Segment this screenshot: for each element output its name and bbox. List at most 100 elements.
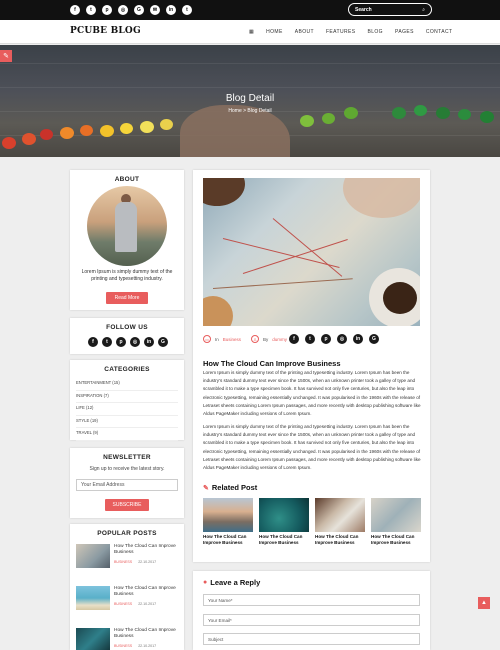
tumblr-icon[interactable]: t — [182, 5, 192, 15]
related-post-title[interactable]: How The Cloud Can Improve Business — [203, 534, 253, 546]
popular-post-item[interactable]: How The Cloud Can Improve Business BUSIN… — [76, 544, 180, 570]
hero-banner: Blog Detail Home > Blog Detail — [0, 45, 500, 157]
related-post-title[interactable]: How The Cloud Can Improve Business — [315, 534, 365, 546]
instagram-icon[interactable]: ◎ — [118, 5, 128, 15]
pinterest-icon[interactable]: p — [102, 5, 112, 15]
linkedin-icon[interactable]: in — [166, 5, 176, 15]
pencil-icon: ✎ — [203, 484, 209, 492]
popular-post-category[interactable]: BUSINESS — [114, 644, 132, 648]
related-post-image[interactable] — [259, 498, 309, 532]
popular-post-item[interactable]: How The Cloud Can Improve Business BUSIN… — [76, 586, 180, 612]
category-item[interactable]: ENTERTAINMENT (15) — [76, 378, 178, 391]
follow-heading: FOLLOW US — [106, 324, 148, 331]
post-meta-in: In — [215, 336, 219, 342]
about-widget: ABOUT Lorem Ipsum is simply dummy text o… — [70, 170, 184, 310]
popular-post-date: 22.10.2017 — [138, 602, 157, 606]
follow-widget: FOLLOW US f t p ◎ in G — [70, 318, 184, 354]
instagram-icon[interactable]: ◎ — [130, 337, 140, 347]
popular-post-item[interactable]: How The Cloud Can Improve Business BUSIN… — [76, 628, 180, 650]
googleplus-icon[interactable]: G — [158, 337, 168, 347]
post-paragraph: Lorem Ipsum is simply dummy text of the … — [203, 370, 421, 417]
read-more-button[interactable]: Read More — [106, 292, 148, 304]
categories-widget: CATEGORIES ENTERTAINMENT (15) INSPIRATIO… — [70, 360, 184, 441]
post-title: How The Cloud Can Improve Business — [203, 359, 341, 368]
nav-link-contact[interactable]: CONTACT — [426, 29, 453, 35]
newsletter-widget: NEWSLETTER Sign up to receive the latest… — [70, 448, 184, 518]
newsletter-email-input[interactable]: Your Email Address — [76, 479, 178, 491]
popular-post-thumb[interactable] — [76, 628, 110, 650]
breadcrumb[interactable]: Home > Blog Detail — [0, 108, 500, 114]
newsletter-heading: NEWSLETTER — [103, 454, 151, 461]
popular-post-title[interactable]: How The Cloud Can Improve Business — [114, 544, 180, 556]
related-post-heading-text: Related Post — [211, 483, 258, 492]
post-article: ▭ In Business ♙ By dummy f t p ◎ in G Ho… — [193, 170, 430, 562]
search-input[interactable]: Search ⌕ — [348, 3, 432, 16]
pinterest-icon[interactable]: p — [321, 334, 331, 344]
related-post-card[interactable]: How The Cloud Can Improve Business — [315, 498, 365, 548]
popular-post-category[interactable]: BUSINESS — [114, 560, 132, 564]
post-meta: ▭ In Business ♙ By dummy — [203, 335, 293, 343]
instagram-icon[interactable]: ◎ — [337, 334, 347, 344]
follow-icons: f t p ◎ in G — [88, 337, 168, 347]
related-post-card[interactable]: How The Cloud Can Improve Business — [371, 498, 421, 548]
email-field[interactable]: Your Email* — [203, 614, 420, 626]
popular-posts-widget: POPULAR POSTS How The Cloud Can Improve … — [70, 524, 184, 650]
categories-heading: CATEGORIES — [104, 366, 150, 373]
nav-link-about[interactable]: ABOUT — [295, 29, 314, 35]
facebook-icon[interactable]: f — [289, 334, 299, 344]
googleplus-icon[interactable]: G — [134, 5, 144, 15]
popular-post-title[interactable]: How The Cloud Can Improve Business — [114, 628, 180, 640]
nav-link-home[interactable]: HOME — [266, 29, 283, 35]
pencil-icon[interactable]: ✎ — [0, 50, 12, 62]
nav-link-blog[interactable]: BLOG — [367, 29, 383, 35]
related-post-card[interactable]: How The Cloud Can Improve Business — [259, 498, 309, 548]
related-post-image[interactable] — [203, 498, 253, 532]
twitter-icon[interactable]: t — [102, 337, 112, 347]
post-featured-image — [203, 178, 420, 326]
hero-title: Blog Detail — [225, 93, 275, 104]
pinterest-icon[interactable]: p — [116, 337, 126, 347]
popular-post-title[interactable]: How The Cloud Can Improve Business — [114, 586, 180, 598]
popular-post-thumb[interactable] — [76, 586, 110, 610]
linkedin-icon[interactable]: in — [144, 337, 154, 347]
category-item[interactable]: TRAVEL (9) — [76, 428, 178, 441]
email-icon[interactable]: ✉ — [150, 5, 160, 15]
linkedin-icon[interactable]: in — [353, 334, 363, 344]
popular-post-category[interactable]: BUSINESS — [114, 602, 132, 606]
category-item[interactable]: INSPIRATION (7) — [76, 391, 178, 403]
comment-icon: ● — [203, 579, 208, 586]
category-item[interactable]: STYLE (19) — [76, 416, 178, 428]
post-category-link[interactable]: Business — [223, 337, 241, 342]
twitter-icon[interactable]: t — [305, 334, 315, 344]
name-field[interactable]: Your Name* — [203, 594, 420, 606]
related-post-title[interactable]: How The Cloud Can Improve Business — [259, 534, 309, 546]
related-post-card[interactable]: How The Cloud Can Improve Business — [203, 498, 253, 548]
popular-post-date: 22.10.2017 — [138, 560, 157, 564]
post-share-icons: f t p ◎ in G — [289, 334, 379, 344]
related-post-image[interactable] — [315, 498, 365, 532]
main-nav: PCUBE BLOG ▦ HOME ABOUT FEATURES BLOG PA… — [0, 20, 500, 44]
post-author-link[interactable]: dummy — [272, 337, 287, 342]
site-logo[interactable]: PCUBE BLOG — [70, 26, 141, 36]
facebook-icon[interactable]: f — [70, 5, 80, 15]
user-icon: ♙ — [251, 335, 260, 343]
googleplus-icon[interactable]: G — [369, 334, 379, 344]
twitter-icon[interactable]: t — [86, 5, 96, 15]
popular-post-thumb[interactable] — [76, 544, 110, 568]
top-bar: f t p ◎ G ✉ in t Search ⌕ — [0, 0, 500, 20]
related-post-image[interactable] — [371, 498, 421, 532]
related-post-title[interactable]: How The Cloud Can Improve Business — [371, 534, 421, 546]
nav-links: ▦ HOME ABOUT FEATURES BLOG PAGES CONTACT — [249, 29, 452, 35]
nav-link-pages[interactable]: PAGES — [395, 29, 414, 35]
subscribe-button[interactable]: SUBSCRIBE — [105, 499, 149, 511]
grid-menu-icon[interactable]: ▦ — [249, 29, 254, 35]
search-icon[interactable]: ⌕ — [422, 7, 425, 13]
nav-link-features[interactable]: FEATURES — [326, 29, 356, 35]
popular-posts-heading: POPULAR POSTS — [97, 530, 157, 537]
subject-field[interactable]: Subject — [203, 633, 420, 645]
reply-heading: ● Leave a Reply — [203, 578, 260, 587]
facebook-icon[interactable]: f — [88, 337, 98, 347]
category-item[interactable]: LIFE (12) — [76, 403, 178, 416]
folder-icon: ▭ — [203, 335, 211, 343]
scroll-to-top-icon[interactable]: ▲ — [478, 597, 490, 609]
